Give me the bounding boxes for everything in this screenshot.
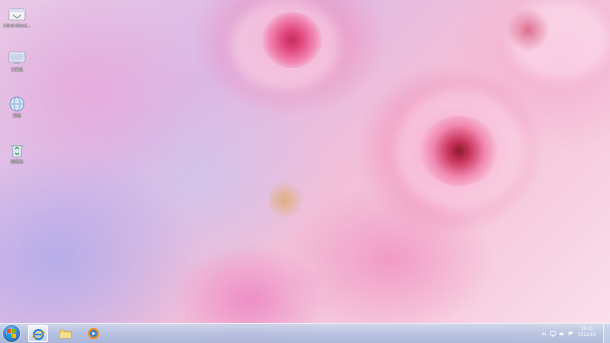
folder-icon: [59, 329, 72, 339]
computer-icon: [8, 50, 26, 66]
desktop-icon-administrator[interactable]: Administrat...: [2, 6, 32, 28]
desktop-icon-label: 网络: [13, 113, 21, 118]
wallpaper-blossom-center: [262, 12, 322, 68]
volume-icon[interactable]: [559, 331, 565, 337]
desktop-icon-recycle-bin[interactable]: 回收站: [2, 142, 32, 164]
desktop-icon-label: Administrat...: [3, 23, 31, 28]
desktop-icon-label: 计算机: [11, 67, 23, 72]
taskbar-explorer-button[interactable]: [56, 325, 76, 342]
taskbar: 19:20 2012/3/3: [0, 323, 610, 343]
desktop-icon-network[interactable]: 网络: [2, 96, 32, 118]
taskbar-media-player-button[interactable]: [84, 325, 104, 342]
windows-start-orb-icon: [7, 329, 16, 338]
taskbar-ie-button[interactable]: [28, 325, 48, 342]
taskbar-clock[interactable]: 19:20 2012/3/3: [574, 326, 600, 338]
network-globe-icon: [8, 96, 26, 112]
wallpaper-blossom-center: [506, 8, 550, 52]
media-player-icon: [88, 328, 99, 339]
user-folder-icon: [8, 6, 26, 22]
wallpaper-blossom-center: [268, 178, 302, 222]
desktop-icon-computer[interactable]: 计算机: [2, 50, 32, 72]
desktop-icon-label: 回收站: [11, 159, 23, 164]
clock-date: 2012/3/3: [578, 332, 596, 337]
show-desktop-button[interactable]: [603, 324, 610, 343]
system-tray: [541, 329, 574, 339]
start-button[interactable]: [3, 325, 20, 342]
network-status-icon[interactable]: [550, 331, 556, 337]
wallpaper-blossom-center: [420, 116, 498, 186]
recycle-bin-icon: [8, 142, 26, 158]
desktop-wallpaper: Administrat... 计算机 网络 回收站 19:20 2012/3/3: [0, 0, 610, 343]
internet-explorer-icon: [32, 329, 45, 340]
show-hidden-icons-arrow-icon[interactable]: [541, 331, 547, 337]
